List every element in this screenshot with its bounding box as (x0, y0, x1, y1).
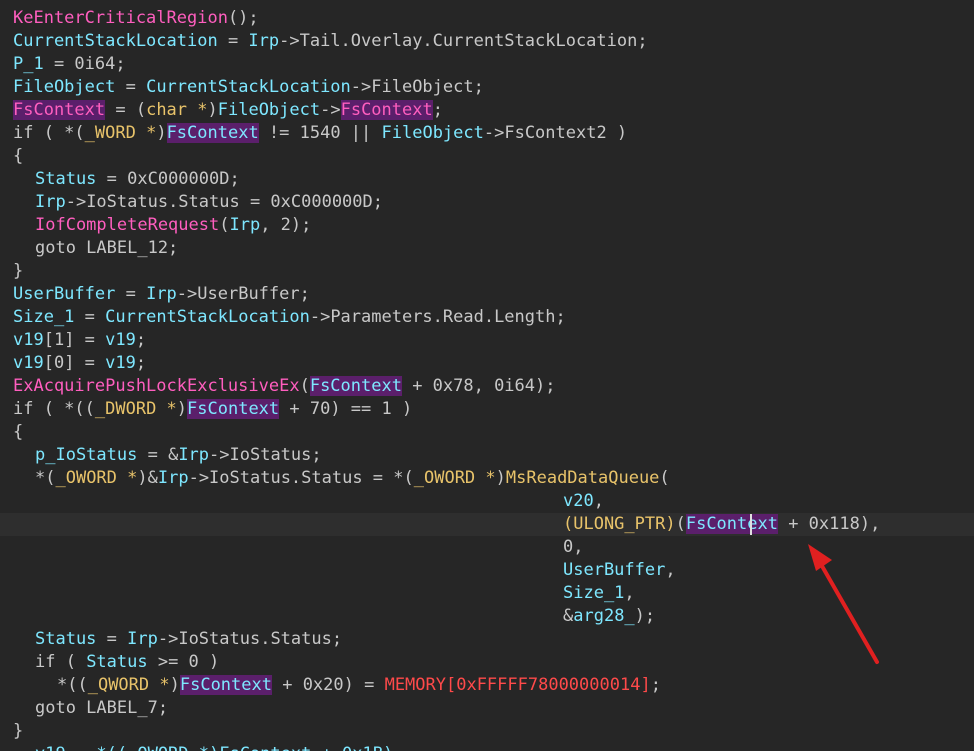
code-editor[interactable]: KeEnterCriticalRegion(); CurrentStackLoca… (0, 0, 974, 751)
red-arrow-annotation (808, 544, 879, 664)
